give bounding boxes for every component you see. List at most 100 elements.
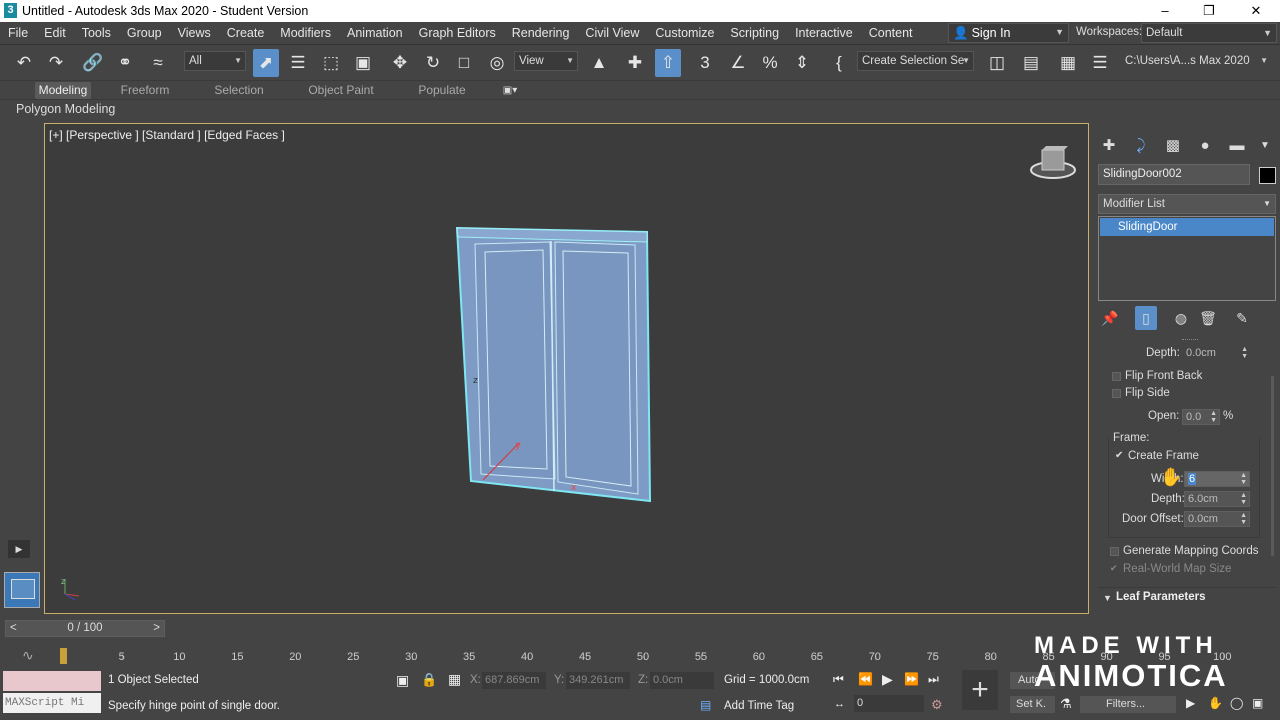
time-prev-icon[interactable]: < — [10, 621, 17, 636]
x-coordinate-field[interactable]: 687.869cm — [482, 672, 546, 689]
menu-interactive[interactable]: Interactive — [787, 26, 861, 40]
zoom-extents-icon[interactable]: ▶ — [1186, 696, 1195, 710]
time-marker[interactable] — [60, 648, 67, 664]
select-manipulate-button[interactable]: ✚ — [622, 49, 648, 77]
tab-object-paint[interactable]: Object Paint — [300, 82, 382, 99]
make-unique-icon[interactable]: ◍ — [1170, 306, 1192, 330]
menu-modifiers[interactable]: Modifiers — [272, 26, 339, 40]
menu-content[interactable]: Content — [861, 26, 921, 40]
absolute-mode-icon[interactable]: ▦ — [448, 671, 461, 688]
generate-mapping-checkbox[interactable] — [1110, 547, 1119, 556]
bind-spacewarp-button[interactable]: ≈ — [145, 49, 171, 77]
percent-snap-button[interactable]: % — [757, 49, 783, 77]
maximize-viewport-icon[interactable]: ▣ — [1252, 696, 1263, 710]
remove-modifier-icon[interactable]: 🗑 — [1197, 306, 1219, 330]
key-filters-icon[interactable]: ⚗ — [1060, 696, 1072, 712]
time-configuration-icon[interactable]: ⚙ — [931, 697, 943, 713]
curve-editor-icon[interactable]: ∿ — [22, 647, 34, 664]
minimize-button[interactable]: – — [1142, 0, 1188, 22]
play-icon[interactable]: ▶ — [8, 540, 30, 558]
flip-side-checkbox[interactable] — [1112, 389, 1121, 398]
menu-edit[interactable]: Edit — [36, 26, 74, 40]
open-spinner[interactable]: 0.0 ▲ ▼ — [1182, 409, 1220, 425]
menu-scripting[interactable]: Scripting — [722, 26, 787, 40]
menu-group[interactable]: Group — [119, 26, 170, 40]
spinner-snap-button[interactable]: ⇕ — [789, 49, 815, 77]
reference-coordinate-dropdown[interactable]: View ▼ — [514, 51, 578, 71]
object-name-field[interactable]: SlidingDoor002 — [1098, 164, 1250, 185]
snaps-toggle-button[interactable]: 3 — [692, 49, 718, 77]
time-slider[interactable]: < 0 / 100 > — [5, 620, 165, 637]
add-time-tag-button[interactable]: Add Time Tag — [724, 700, 794, 712]
go-to-end-icon[interactable]: ⏭ — [928, 672, 939, 687]
menu-graph-editors[interactable]: Graph Editors — [411, 26, 504, 40]
redo-button[interactable]: ↷ — [43, 49, 69, 77]
play-animation-icon[interactable]: ▶ — [882, 671, 893, 688]
show-end-result-icon[interactable]: ▯ — [1135, 306, 1157, 330]
maxscript-listener[interactable] — [3, 671, 101, 691]
door-offset-spinner[interactable]: 0.0cm ▲ ▼ — [1184, 511, 1250, 527]
key-mode-icon[interactable]: ↔ — [834, 698, 845, 710]
y-coordinate-field[interactable]: 349.261cm — [566, 672, 630, 689]
undo-button[interactable]: ↶ — [11, 49, 37, 77]
sign-in-dropdown[interactable]: 👤 Sign In ▼ — [948, 23, 1069, 43]
restore-button[interactable]: ❐ — [1186, 0, 1232, 22]
window-crossing-button[interactable]: ▣ — [350, 49, 376, 77]
leaf-parameters-rollout-header[interactable]: ▼ Leaf Parameters — [1098, 587, 1276, 607]
set-key-big-icon[interactable]: + — [962, 670, 998, 710]
selection-lock-icon[interactable]: 🔒 — [421, 672, 437, 688]
modify-tab-icon[interactable]: ⤸ — [1130, 135, 1152, 157]
tab-populate[interactable]: Populate — [408, 82, 476, 99]
selection-filter-dropdown[interactable]: All ▼ — [184, 51, 246, 71]
create-tab-icon[interactable]: ✚ — [1098, 135, 1120, 157]
unlink-button[interactable]: ⚭ — [112, 49, 138, 77]
orbit-icon[interactable]: ◯ — [1230, 696, 1243, 710]
maxscript-mini-input[interactable]: MAXScript Mi — [3, 693, 101, 713]
previous-frame-icon[interactable]: ⏪ — [858, 672, 873, 686]
time-next-icon[interactable]: > — [153, 621, 160, 636]
z-coordinate-field[interactable]: 0.0cm — [650, 672, 714, 689]
sliding-door-object[interactable]: y x z — [455, 226, 652, 503]
named-selection-set-dropdown[interactable]: Create Selection Se ▼ — [857, 51, 974, 71]
next-frame-icon[interactable]: ⏩ — [904, 672, 919, 686]
width-spinner[interactable]: 6 ▲ ▼ — [1184, 471, 1250, 487]
viewport-layout-button[interactable] — [4, 572, 40, 608]
menu-file[interactable]: File — [0, 26, 36, 40]
mirror-button[interactable]: ◫ — [984, 49, 1010, 77]
align-button[interactable]: ▤ — [1018, 49, 1044, 77]
stack-item-slidingdoor[interactable]: SlidingDoor — [1100, 218, 1274, 236]
isolate-selection-icon[interactable]: ▣ — [396, 672, 409, 689]
go-to-start-icon[interactable]: ⏮ — [833, 672, 844, 687]
ribbon-options-icon[interactable]: ▣▾ — [495, 82, 525, 99]
menu-tools[interactable]: Tools — [74, 26, 119, 40]
time-tag-icon[interactable]: ▤ — [700, 698, 711, 712]
keyboard-shortcut-override-button[interactable]: ⇧ — [655, 49, 681, 77]
flip-front-back-checkbox[interactable] — [1112, 372, 1121, 381]
hierarchy-tab-icon[interactable]: ▩ — [1162, 135, 1184, 157]
menu-create[interactable]: Create — [219, 26, 273, 40]
menu-views[interactable]: Views — [170, 26, 219, 40]
viewcube-icon[interactable] — [1030, 146, 1076, 179]
layer-explorer-button[interactable]: ☰ — [1087, 49, 1113, 77]
utilities-tab-icon[interactable]: ▼ — [1254, 135, 1276, 157]
angle-snap-button[interactable]: ∠ — [725, 49, 751, 77]
scale-button[interactable]: □ — [451, 49, 477, 77]
perspective-viewport[interactable]: [+] [Perspective ] [Standard ] [Edged Fa… — [44, 123, 1089, 614]
object-color-swatch[interactable] — [1259, 167, 1276, 184]
display-tab-icon[interactable]: ▬ — [1226, 135, 1248, 157]
edit-named-selection-button[interactable]: { — [826, 49, 852, 77]
menu-civil-view[interactable]: Civil View — [577, 26, 647, 40]
placement-button[interactable]: ◎ — [484, 49, 510, 77]
move-button[interactable]: ✥ — [387, 49, 413, 77]
rectangular-selection-button[interactable]: ⬚ — [318, 49, 344, 77]
depth-spinner[interactable]: 6.0cm ▲ ▼ — [1184, 491, 1250, 507]
current-frame-field[interactable]: 0 — [854, 695, 924, 712]
link-button[interactable]: 🔗 — [80, 49, 106, 77]
create-frame-check-icon[interactable]: ✔ — [1115, 450, 1123, 461]
modifier-list-dropdown[interactable]: Modifier List ▼ — [1098, 194, 1276, 214]
select-by-name-button[interactable]: ☰ — [285, 49, 311, 77]
pivot-center-button[interactable]: ▲ — [586, 49, 612, 77]
rotate-button[interactable]: ↻ — [420, 49, 446, 77]
configure-modifier-sets-icon[interactable]: ✎ — [1231, 306, 1253, 330]
tab-modeling[interactable]: Modeling — [35, 82, 91, 99]
